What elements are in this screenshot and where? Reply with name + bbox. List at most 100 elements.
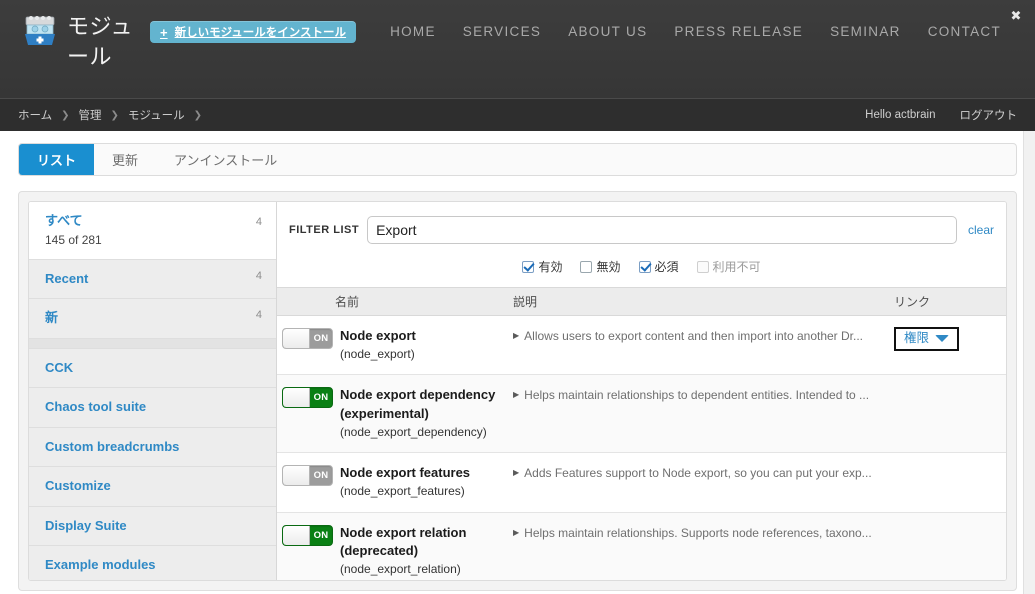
module-description-cell[interactable]: ▶ Helps maintain relationships to depend… (509, 386, 888, 403)
install-new-module-button[interactable]: + 新しいモジュールをインストール (150, 21, 356, 43)
column-header-link: リンク (888, 293, 1006, 310)
sidebar-item-label: 新 (45, 309, 248, 327)
sidebar-item-new[interactable]: 新 4 (29, 299, 276, 339)
tab-uninstall[interactable]: アンインストール (156, 144, 295, 175)
brand: モジュール (0, 0, 150, 71)
sidebar-item-example-modules[interactable]: Example modules (29, 546, 276, 580)
expand-triangle-icon[interactable]: ▶ (513, 465, 519, 481)
nav-item-home[interactable]: HOME (390, 24, 463, 39)
checkbox-label: 無効 (596, 258, 620, 275)
breadcrumb-separator-icon: ❯ (111, 110, 119, 121)
nav-item-contact[interactable]: CONTACT (928, 24, 1001, 39)
module-description: Helps maintain relationships to dependen… (524, 387, 869, 403)
sidebar-item-display-suite[interactable]: Display Suite (29, 507, 276, 547)
module-machine-name: (node_export_dependency) (340, 424, 509, 441)
checkbox-box-icon (697, 261, 709, 273)
breadcrumb: ホーム ❯ 管理 ❯ モジュール ❯ Hello actbrain ログアウト (0, 98, 1035, 131)
checkbox-enabled[interactable]: 有効 (522, 258, 562, 275)
breadcrumb-item-home[interactable]: ホーム (18, 107, 52, 123)
module-description: Helps maintain relationships. Supports n… (524, 525, 872, 541)
column-header-description: 説明 (509, 293, 888, 310)
modules-main: FILTER LIST clear 有効 無効 必須 (277, 202, 1006, 580)
module-enable-toggle[interactable]: ON (282, 328, 333, 349)
user-greeting: Hello actbrain (865, 109, 935, 121)
checkbox-box-icon (522, 261, 534, 273)
sidebar-item-label: Example modules (45, 556, 254, 574)
table-header-row: 名前 説明 リンク (277, 287, 1006, 316)
expand-triangle-icon[interactable]: ▶ (513, 328, 519, 344)
checkbox-unavailable: 利用不可 (697, 258, 761, 275)
tabs-container: リスト 更新 アンインストール (0, 131, 1035, 176)
expand-triangle-icon[interactable]: ▶ (513, 387, 519, 403)
breadcrumb-separator-icon: ❯ (194, 110, 202, 121)
checkbox-box-icon (639, 261, 651, 273)
breadcrumb-item-modules[interactable]: モジュール (128, 107, 185, 123)
nav-item-seminar[interactable]: SEMINAR (830, 24, 928, 39)
module-name-cell: ON Node export (node_export) (277, 327, 509, 363)
module-name-cell: ON Node export features (node_export_fea… (277, 464, 509, 500)
module-machine-name: (node_export_relation) (340, 561, 509, 578)
toggle-knob (283, 526, 310, 545)
tab-bar: リスト 更新 アンインストール (18, 143, 1017, 176)
sidebar-item-label: CCK (45, 359, 254, 377)
module-enable-toggle[interactable]: ON (282, 465, 333, 486)
checkbox-disabled[interactable]: 無効 (580, 258, 620, 275)
page-scrollbar[interactable] (1023, 131, 1035, 594)
nav-item-about-us[interactable]: ABOUT US (568, 24, 674, 39)
module-text: Node export (node_export) (340, 327, 509, 363)
module-text: Node export dependency (experimental) (n… (340, 386, 509, 441)
sidebar-item-custom-breadcrumbs[interactable]: Custom breadcrumbs (29, 428, 276, 468)
page-title: モジュール (67, 12, 150, 71)
tab-update[interactable]: 更新 (94, 144, 156, 175)
toggle-on-label: ON (310, 388, 332, 407)
module-description-cell[interactable]: ▶ Adds Features support to Node export, … (509, 464, 888, 481)
sidebar-item-label: すべて (45, 212, 248, 230)
tab-list[interactable]: リスト (19, 144, 94, 175)
module-description: Allows users to export content and then … (524, 328, 863, 344)
sidebar-item-customize[interactable]: Customize (29, 467, 276, 507)
sidebar-item-label: Display Suite (45, 517, 254, 535)
install-new-module-label: 新しいモジュールをインストール (175, 24, 346, 40)
table-row: ON Node export relation (deprecated) (no… (277, 513, 1006, 580)
toggle-on-label: ON (310, 329, 332, 348)
module-description-cell[interactable]: ▶ Allows users to export content and the… (509, 327, 888, 344)
module-enable-toggle[interactable]: ON (282, 525, 333, 546)
breadcrumb-item-admin[interactable]: 管理 (79, 107, 102, 123)
sidebar-item-count: 4 (256, 216, 262, 228)
module-enable-toggle[interactable]: ON (282, 387, 333, 408)
filter-list-label: FILTER LIST (289, 224, 359, 236)
module-brick-icon (22, 14, 58, 48)
close-icon[interactable]: ✖ (1007, 7, 1025, 25)
permissions-link-button[interactable]: 権限 (894, 327, 959, 351)
sidebar-item-recent[interactable]: Recent 4 (29, 260, 276, 300)
plus-icon: + (160, 25, 168, 40)
module-name-cell: ON Node export relation (deprecated) (no… (277, 524, 509, 579)
sidebar-item-all[interactable]: すべて 4 145 of 281 (29, 202, 276, 260)
toggle-on-label: ON (310, 466, 332, 485)
clear-filter-link[interactable]: clear (968, 223, 994, 237)
module-link-cell: 権限 (888, 327, 1006, 351)
chevron-down-icon (935, 335, 949, 342)
module-text: Node export features (node_export_featur… (340, 464, 509, 500)
module-text: Node export relation (deprecated) (node_… (340, 524, 509, 579)
module-title: Node export features (340, 464, 509, 483)
logout-link[interactable]: ログアウト (960, 107, 1018, 123)
modules-panel: すべて 4 145 of 281 Recent 4 新 4 CCK Chaos … (18, 191, 1017, 591)
table-row: ON Node export (node_export) ▶ Allows us… (277, 316, 1006, 375)
checkbox-box-icon (580, 261, 592, 273)
nav-item-press-release[interactable]: PRESS RELEASE (674, 24, 830, 39)
filter-checkbox-row: 有効 無効 必須 利用不可 (289, 258, 994, 287)
sidebar-item-count: 4 (256, 309, 262, 321)
sidebar-item-cck[interactable]: CCK (29, 349, 276, 389)
toggle-knob (283, 388, 310, 407)
filter-list-input[interactable] (367, 216, 957, 244)
sidebar-item-chaos-tool-suite[interactable]: Chaos tool suite (29, 388, 276, 428)
expand-triangle-icon[interactable]: ▶ (513, 525, 519, 541)
toggle-on-label: ON (310, 526, 332, 545)
toggle-knob (283, 329, 310, 348)
checkbox-required[interactable]: 必須 (639, 258, 679, 275)
module-machine-name: (node_export) (340, 346, 509, 363)
module-description-cell[interactable]: ▶ Helps maintain relationships. Supports… (509, 524, 888, 541)
nav-item-services[interactable]: SERVICES (463, 24, 568, 39)
filter-bar: FILTER LIST clear 有効 無効 必須 (277, 202, 1006, 287)
